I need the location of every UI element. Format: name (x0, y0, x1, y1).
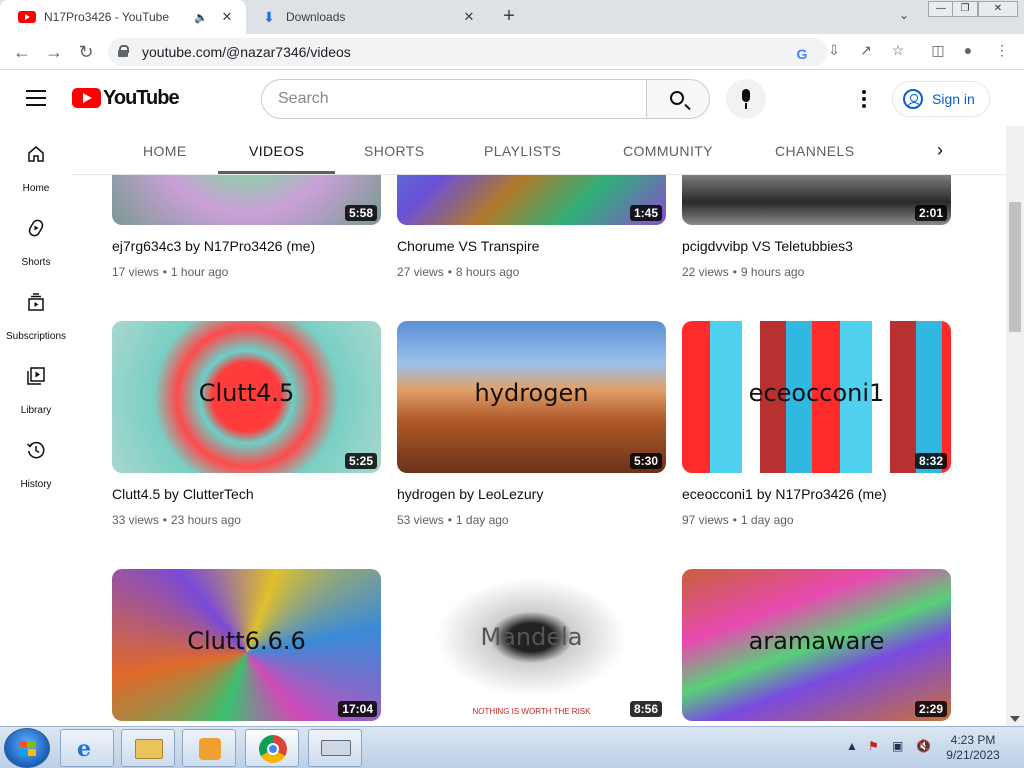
duration-badge: 2:29 (914, 701, 947, 717)
windows-taskbar: e ▲ ⚑ ▣ 🔇 4:23 PM 9/21/2023 (0, 726, 1024, 768)
guide-item-library[interactable]: Library (0, 352, 72, 416)
internet-explorer-icon: e (77, 736, 91, 762)
tab-playlists[interactable]: PLAYLISTS (484, 143, 561, 174)
start-button[interactable] (4, 728, 50, 768)
keyboard-app-button[interactable] (308, 729, 362, 767)
scroll-down-icon[interactable] (1010, 716, 1020, 722)
video-title[interactable]: ej7rg634c3 by N17Pro3426 (me) (112, 238, 315, 254)
sign-in-button[interactable]: Sign in (892, 81, 990, 117)
thumbnail-text: aramaware (748, 627, 885, 655)
duration-badge: 5:25 (344, 453, 377, 469)
youtube-play-icon (72, 88, 101, 108)
duration-badge: 2:01 (914, 205, 947, 221)
guide-item-shorts[interactable]: Shorts (0, 204, 72, 268)
video-title[interactable]: eceocconi1 by N17Pro3426 (me) (682, 486, 887, 502)
windows-logo-icon (19, 741, 37, 757)
tab-videos[interactable]: VIDEOS (217, 143, 336, 174)
youtube-masthead: YouTube Sign in (0, 70, 1024, 126)
video-title[interactable]: pcigdvvibp VS Teletubbies3 (682, 238, 853, 254)
page-scrollbar[interactable] (1006, 70, 1024, 726)
duration-badge: 1:45 (629, 205, 662, 221)
tab-channels[interactable]: CHANNELS (775, 143, 854, 174)
duration-badge: 5:30 (629, 453, 662, 469)
volume-muted-icon[interactable]: 🔇 (916, 739, 931, 753)
thumbnail-text: hydrogen (474, 379, 589, 407)
chrome-taskbar-button[interactable] (245, 729, 299, 767)
keyboard-icon (321, 740, 351, 756)
duration-badge: 5:58 (344, 205, 377, 221)
folder-icon (135, 739, 163, 759)
video-thumbnail[interactable]: Mandela NOTHING IS WORTH THE RISK 8:56 (397, 569, 666, 721)
media-player-icon (199, 738, 221, 760)
show-hidden-icons-icon[interactable]: ▲ (846, 739, 858, 753)
internet-explorer-button[interactable]: e (60, 729, 114, 767)
search-input[interactable] (261, 79, 647, 119)
voice-search-button[interactable] (726, 79, 766, 119)
network-icon[interactable]: ▣ (892, 739, 903, 753)
tab-home[interactable]: HOME (143, 143, 187, 174)
video-meta: 22 views • 9 hours ago (682, 265, 805, 279)
search-icon (670, 91, 684, 105)
video-thumbnail[interactable]: hydrogen 5:30 (397, 321, 666, 473)
system-clock[interactable]: 4:23 PM 9/21/2023 (942, 733, 1004, 763)
settings-kebab-icon[interactable] (854, 90, 874, 108)
video-meta: 53 views • 1 day ago (397, 513, 509, 527)
guide-item-subscriptions[interactable]: Subscriptions (0, 278, 72, 342)
video-meta: 97 views • 1 day ago (682, 513, 794, 527)
thumbnail-text: Mandela (480, 623, 583, 651)
subscriptions-icon (28, 293, 44, 311)
duration-badge: 8:56 (629, 701, 662, 717)
thumbnail-subtext: NOTHING IS WORTH THE RISK (472, 707, 591, 716)
video-thumbnail[interactable]: eceocconi1 8:32 (682, 321, 951, 473)
shorts-icon (28, 219, 44, 237)
menu-icon[interactable] (26, 90, 46, 106)
channel-tabs: HOME VIDEOS SHORTS PLAYLISTS COMMUNITY C… (72, 126, 1006, 175)
tab-shorts[interactable]: SHORTS (364, 143, 425, 174)
scrollbar-thumb[interactable] (1009, 202, 1021, 332)
guide-item-history[interactable]: History (0, 426, 72, 490)
duration-badge: 17:04 (338, 701, 377, 717)
duration-badge: 8:32 (914, 453, 947, 469)
home-icon (28, 146, 44, 162)
media-player-button[interactable] (182, 729, 236, 767)
video-title[interactable]: Clutt4.5 by ClutterTech (112, 486, 254, 502)
action-center-icon[interactable]: ⚑ (868, 739, 879, 753)
youtube-logo[interactable]: YouTube (72, 87, 180, 109)
thumbnail-text: Clutt6.6.6 (187, 627, 306, 655)
library-icon (27, 367, 45, 385)
chevron-right-icon[interactable]: › (930, 140, 950, 160)
thumbnail-text: eceocconi1 (748, 379, 885, 407)
guide-item-home[interactable]: Home (0, 130, 72, 194)
history-icon (26, 441, 45, 459)
video-meta: 33 views • 23 hours ago (112, 513, 241, 527)
video-meta: 17 views • 1 hour ago (112, 265, 229, 279)
video-title[interactable]: Chorume VS Transpire (397, 238, 539, 254)
file-explorer-button[interactable] (121, 729, 175, 767)
account-icon (903, 89, 923, 109)
video-thumbnail[interactable]: Clutt4.5 5:25 (112, 321, 381, 473)
video-thumbnail[interactable]: aramaware 2:29 (682, 569, 951, 721)
microphone-icon (742, 89, 750, 102)
video-thumbnail[interactable]: Clutt6.6.6 17:04 (112, 569, 381, 721)
search-button[interactable] (646, 79, 710, 119)
thumbnail-text: Clutt4.5 (198, 379, 295, 407)
video-meta: 27 views • 8 hours ago (397, 265, 520, 279)
video-title[interactable]: hydrogen by LeoLezury (397, 486, 543, 502)
tab-community[interactable]: COMMUNITY (623, 143, 713, 174)
